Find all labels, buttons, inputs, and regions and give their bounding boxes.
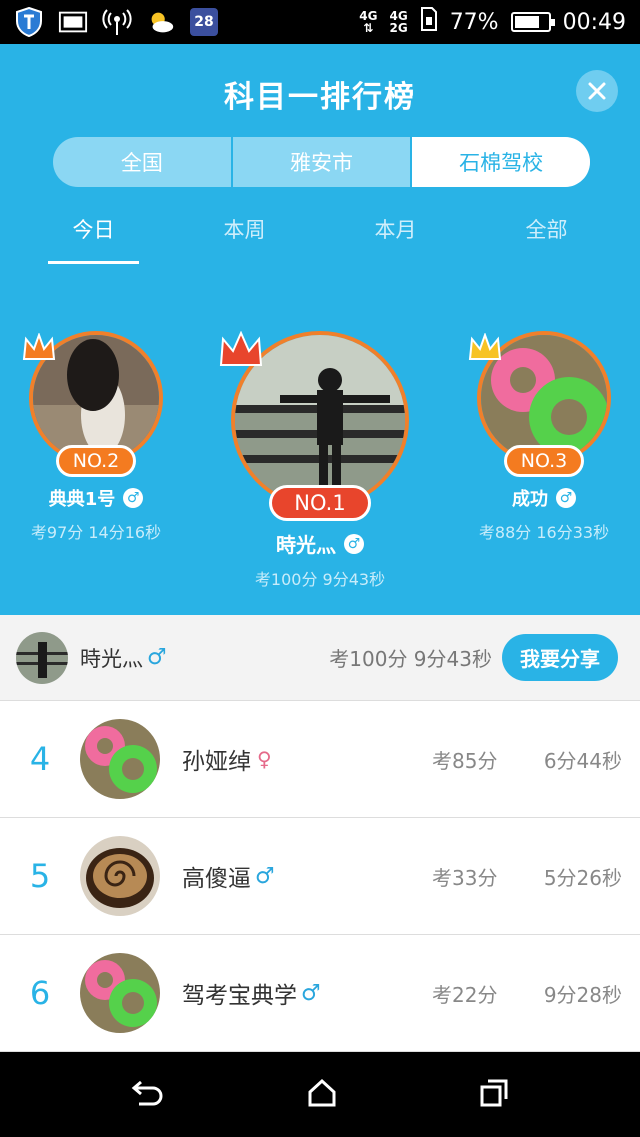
user-name: 時光灬 <box>80 646 143 671</box>
user-score: 考22分 <box>432 982 498 1007</box>
user-score: 考97分 14分16秒 <box>30 523 162 542</box>
network-4g-icon: 4G ⇅ <box>359 9 378 35</box>
tab-all[interactable]: 全部 <box>471 204 622 264</box>
user-score: 考88分 16分33秒 <box>478 523 610 542</box>
user-score: 考100分 9分43秒 <box>329 647 492 671</box>
battery-percent: 77% <box>449 9 499 35</box>
my-rank-row: 時光灬 ♂ 考100分 9分43秒 我要分享 <box>0 615 640 701</box>
user-name: 成功 <box>512 489 548 510</box>
male-icon: ♂ <box>301 980 321 1006</box>
home-icon[interactable] <box>307 1078 337 1112</box>
share-button[interactable]: 我要分享 <box>502 634 618 681</box>
podium-third[interactable]: NO.3 成功 ♂ 考88分 16分33秒 <box>466 331 622 543</box>
user-time: 5分26秒 <box>543 865 622 890</box>
avatar <box>80 953 160 1033</box>
crown-icon <box>219 330 263 373</box>
system-nav-bar <box>0 1052 640 1137</box>
back-icon[interactable] <box>131 1078 165 1112</box>
avatar <box>80 836 160 916</box>
avatar <box>80 719 160 799</box>
period-tabs: 今日 本周 本月 全部 <box>18 204 622 264</box>
ranking-list: 4 孙娅绰 ♀ 考85分 6分44秒 5 高傻逼 ♂ 考33分 5分26秒 6 驾考… <box>0 701 640 1052</box>
clock: 00:49 <box>562 9 626 35</box>
podium-first[interactable]: NO.1 時光灬 ♂ 考100分 9分43秒 <box>219 330 415 590</box>
user-name: 時光灬 <box>276 533 336 557</box>
calendar-icon: 28 <box>190 8 218 36</box>
user-time: 9分28秒 <box>543 982 622 1007</box>
hotspot-icon <box>102 7 132 37</box>
list-item[interactable]: 5 高傻逼 ♂ 考33分 5分26秒 <box>0 818 640 935</box>
rank-badge: NO.2 <box>55 445 137 477</box>
list-item[interactable]: 4 孙娅绰 ♀ 考85分 6分44秒 <box>0 701 640 818</box>
user-name: 孙娅绰 <box>182 749 251 775</box>
rank-badge: NO.3 <box>503 445 585 477</box>
region-segmented-control: 全国 雅安市 石棉驾校 <box>53 137 590 187</box>
user-name: 高傻逼 <box>182 866 251 892</box>
male-icon: ♂ <box>123 488 144 508</box>
podium-second[interactable]: NO.2 典典1号 ♂ 考97分 14分16秒 <box>18 331 174 543</box>
segment-nationwide[interactable]: 全国 <box>53 137 233 187</box>
rank-number: 5 <box>29 857 51 895</box>
recent-apps-icon[interactable] <box>479 1078 509 1112</box>
crown-icon <box>22 332 56 367</box>
leaderboard-header: 科目一排行榜 全国 雅安市 石棉驾校 今日 本周 本月 全部 NO.2 典典1号… <box>0 44 640 615</box>
crown-icon <box>468 332 502 367</box>
user-score: 考85分 <box>432 748 498 773</box>
image-icon <box>58 7 88 37</box>
user-score: 考33分 <box>432 865 498 890</box>
close-button[interactable] <box>576 70 618 112</box>
signal-icon: 4G 2G <box>389 9 408 35</box>
tab-today[interactable]: 今日 <box>18 204 169 264</box>
user-name: 驾考宝典学 <box>182 983 297 1009</box>
status-bar: 28 4G ⇅ 4G 2G 77% 00:49 <box>0 0 640 44</box>
sim-icon <box>420 6 438 38</box>
shield-icon <box>14 7 44 37</box>
male-icon: ♂ <box>147 645 167 670</box>
close-icon <box>588 82 606 100</box>
user-time: 6分44秒 <box>543 748 622 773</box>
page-title: 科目一排行榜 <box>224 80 416 115</box>
male-icon: ♂ <box>556 488 576 508</box>
tab-week[interactable]: 本周 <box>169 204 320 264</box>
tab-month[interactable]: 本月 <box>320 204 471 264</box>
male-icon: ♂ <box>255 863 275 889</box>
rank-number: 6 <box>29 974 51 1012</box>
rank-badge: NO.1 <box>269 485 371 521</box>
female-icon: ♀ <box>257 747 272 771</box>
rank-number: 4 <box>29 740 51 778</box>
list-item[interactable]: 6 驾考宝典学 ♂ 考22分 9分28秒 <box>0 935 640 1052</box>
male-icon: ♂ <box>344 533 364 554</box>
weather-icon <box>146 7 176 37</box>
user-name: 典典1号 <box>48 489 116 510</box>
avatar <box>16 631 68 684</box>
segment-city[interactable]: 雅安市 <box>233 137 413 187</box>
user-score: 考100分 9分43秒 <box>254 570 386 589</box>
battery-icon <box>510 12 555 32</box>
segment-school[interactable]: 石棉驾校 <box>412 137 590 187</box>
